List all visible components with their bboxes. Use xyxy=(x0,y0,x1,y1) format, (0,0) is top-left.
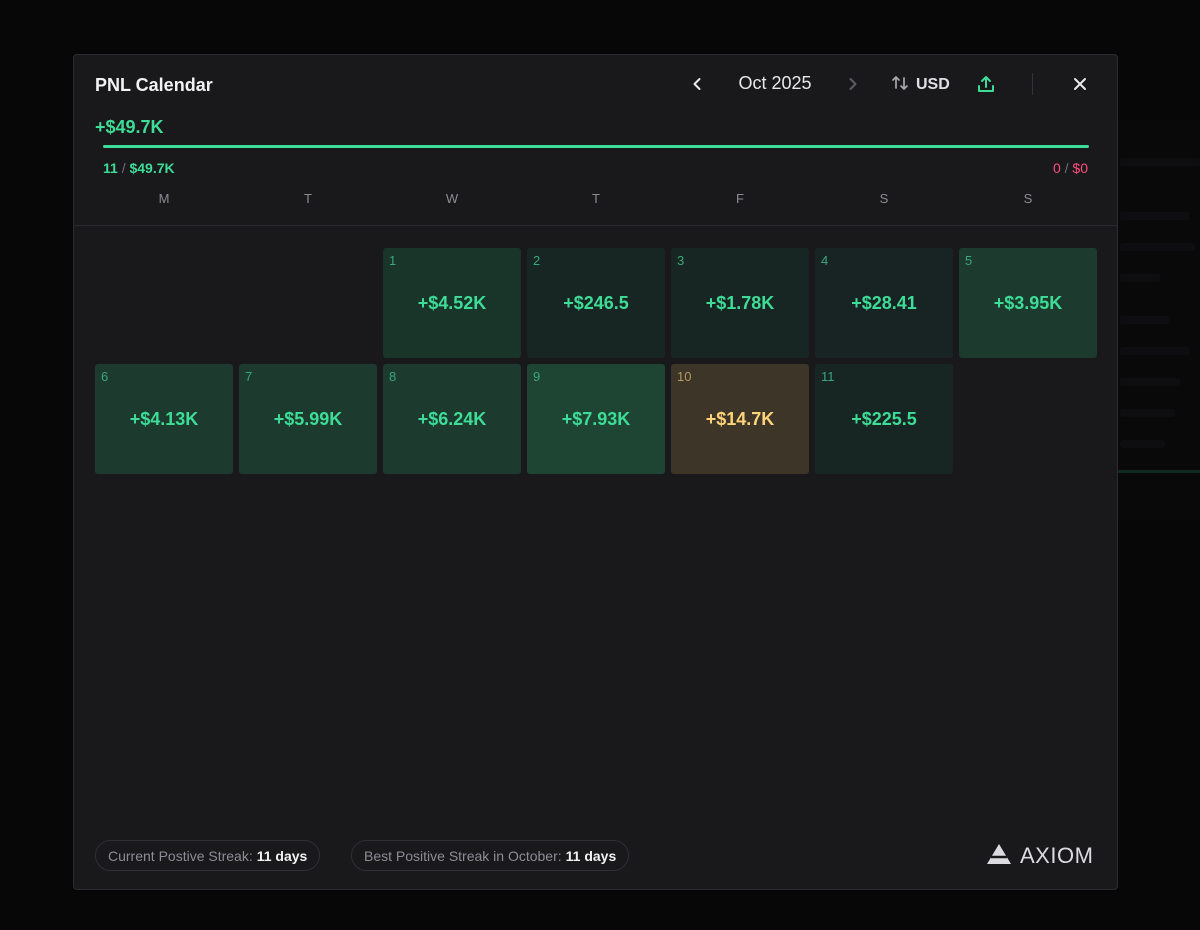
calendar-day[interactable]: 9 +$7.93K xyxy=(527,364,665,474)
header-divider xyxy=(1032,73,1033,95)
upload-icon[interactable] xyxy=(974,72,998,96)
day-pnl: +$3.95K xyxy=(993,293,1063,313)
separator: / xyxy=(121,160,126,176)
weekday-label: W xyxy=(445,191,459,206)
weekday-label: F xyxy=(736,191,744,206)
calendar-day[interactable]: 4 +$28.41 xyxy=(815,248,953,358)
logo-text: AXIOM xyxy=(1020,843,1094,868)
weekday-label: T xyxy=(592,191,600,206)
positive-summary: 11 / $49.7K xyxy=(103,160,175,176)
negative-summary: 0 / $0 xyxy=(1053,160,1088,176)
weekday-header: M T W T F S S xyxy=(95,191,1097,209)
separator: / xyxy=(1064,160,1069,176)
day-pnl: +$7.93K xyxy=(561,409,631,429)
best-streak-label: Best Positive Streak in October: xyxy=(364,847,562,864)
grid-divider xyxy=(74,225,1117,226)
day-pnl: +$225.5 xyxy=(851,409,917,429)
day-pnl: +$4.13K xyxy=(129,409,199,429)
day-number: 4 xyxy=(821,253,829,268)
best-streak-value: 11 days xyxy=(565,847,617,864)
day-number: 3 xyxy=(677,253,685,268)
day-pnl: +$28.41 xyxy=(851,293,917,313)
negative-days-count: 0 xyxy=(1052,160,1061,176)
current-streak-label: Current Postive Streak: xyxy=(108,847,253,864)
weekday-label: M xyxy=(158,191,170,206)
axiom-logo: AXIOM xyxy=(986,843,1093,869)
calendar-day[interactable]: 7 +$5.99K xyxy=(239,364,377,474)
day-pnl: +$14.7K xyxy=(705,409,775,429)
day-number: 11 xyxy=(821,369,835,384)
day-pnl: +$6.24K xyxy=(417,409,487,429)
calendar-day[interactable]: 1 +$4.52K xyxy=(383,248,521,358)
day-pnl: +$1.78K xyxy=(705,293,775,313)
pnl-calendar-modal: PNL Calendar Oct 2025 USD +$49.7K 11 / $… xyxy=(73,54,1118,890)
day-pnl: +$246.5 xyxy=(563,293,629,313)
current-streak-badge: Current Postive Streak: 11 days xyxy=(95,840,321,871)
best-streak-badge: Best Positive Streak in October: 11 days xyxy=(351,840,630,871)
calendar-day[interactable]: 11 +$225.5 xyxy=(815,364,953,474)
chevron-left-icon[interactable] xyxy=(686,73,708,95)
pnl-ratio-bar xyxy=(103,145,1089,148)
weekday-label: T xyxy=(304,191,312,206)
total-pnl: +$49.7K xyxy=(95,117,164,137)
positive-days-count: 11 xyxy=(103,160,118,176)
chevron-right-icon[interactable] xyxy=(842,73,864,95)
day-number: 9 xyxy=(533,369,541,384)
currency-label: USD xyxy=(916,76,950,93)
close-icon[interactable] xyxy=(1069,73,1091,95)
swap-vertical-icon xyxy=(890,73,910,98)
day-number: 1 xyxy=(389,253,397,268)
calendar-day[interactable]: 3 +$1.78K xyxy=(671,248,809,358)
month-label: Oct 2025 xyxy=(738,73,812,93)
modal-title: PNL Calendar xyxy=(95,75,213,95)
weekday-label: S xyxy=(879,191,889,206)
axiom-logo-icon xyxy=(986,843,1012,870)
day-number: 10 xyxy=(677,369,692,384)
day-pnl: +$4.52K xyxy=(417,293,487,313)
day-number: 6 xyxy=(101,369,109,384)
calendar-day[interactable]: 8 +$6.24K xyxy=(383,364,521,474)
day-number: 2 xyxy=(533,253,541,268)
calendar-day[interactable]: 6 +$4.13K xyxy=(95,364,233,474)
weekday-label: S xyxy=(1023,191,1033,206)
day-number: 8 xyxy=(389,369,397,384)
day-pnl: +$5.99K xyxy=(273,409,343,429)
current-streak-value: 11 days xyxy=(256,847,308,864)
currency-toggle-button[interactable]: USD xyxy=(890,73,950,97)
calendar-day[interactable]: 2 +$246.5 xyxy=(527,248,665,358)
calendar-day-best[interactable]: 10 +$14.7K xyxy=(671,364,809,474)
positive-total: $49.7K xyxy=(129,160,175,176)
day-number: 5 xyxy=(965,253,973,268)
negative-total: $0 xyxy=(1072,160,1088,176)
day-number: 7 xyxy=(245,369,253,384)
calendar-day[interactable]: 5 +$3.95K xyxy=(959,248,1097,358)
